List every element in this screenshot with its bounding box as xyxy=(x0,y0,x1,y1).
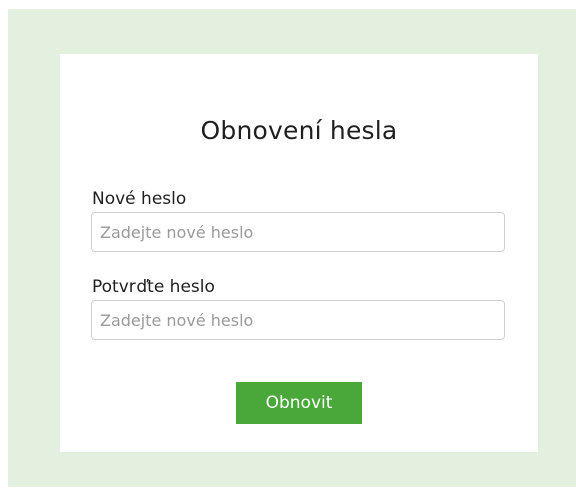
reset-password-card: Obnovení hesla Nové heslo Potvrďte heslo… xyxy=(60,54,538,452)
new-password-input[interactable] xyxy=(91,212,505,252)
page-title: Obnovení hesla xyxy=(200,116,398,145)
reset-button[interactable]: Obnovit xyxy=(236,382,362,424)
new-password-label: Nové heslo xyxy=(92,189,187,209)
confirm-password-input[interactable] xyxy=(91,300,505,340)
page-background: Obnovení hesla Nové heslo Potvrďte heslo… xyxy=(8,9,576,487)
confirm-password-label: Potvrďte heslo xyxy=(92,277,215,297)
